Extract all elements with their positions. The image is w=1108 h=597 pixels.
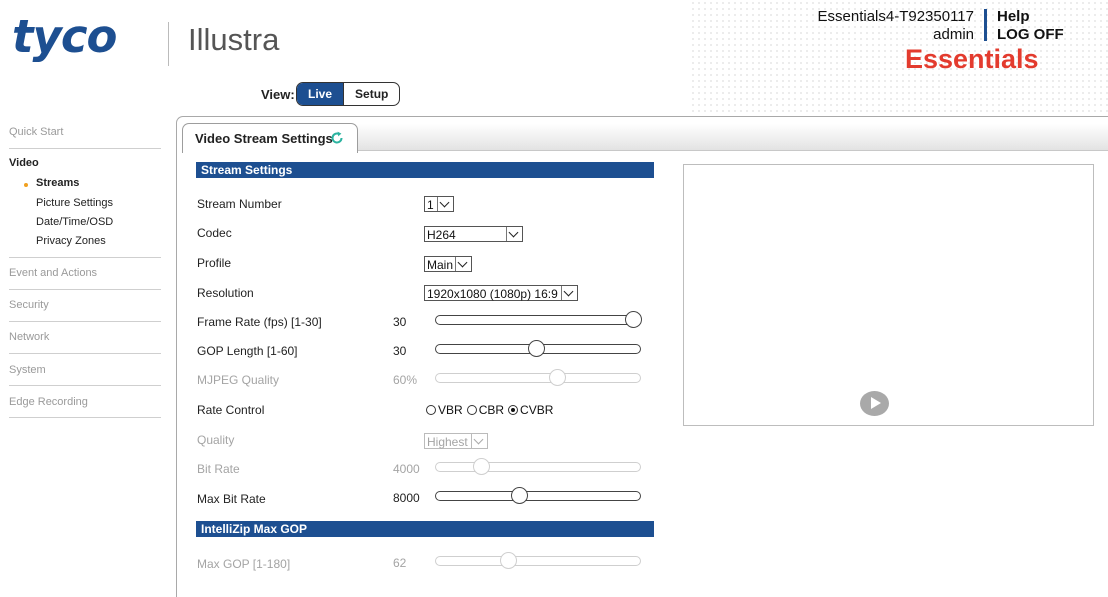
profile-value: Main [427,258,454,272]
frame-rate-value: 30 [393,315,407,329]
sidebar-item-streams[interactable]: Streams [36,177,79,189]
cbr-label: CBR [478,403,505,417]
refresh-icon[interactable] [330,131,344,150]
slider-thumb[interactable] [625,311,642,328]
illustra-logo: Illustra [188,22,280,57]
frame-rate-label: Frame Rate (fps) [1-30] [197,315,322,329]
slider-thumb [473,458,490,475]
vbr-label: VBR [438,403,463,417]
sidebar-item-privacy-zones[interactable]: Privacy Zones [36,235,106,247]
quality-select: Highest [424,433,488,449]
tab-strip [356,124,1108,151]
rate-control-label: Rate Control [197,403,265,417]
stream-number-value: 1 [427,198,434,212]
chevron-down-icon [471,434,487,448]
gop-length-slider[interactable] [435,340,641,357]
stream-settings-header: Stream Settings [196,162,654,178]
resolution-select[interactable]: 1920x1080 (1080p) 16:9 [424,285,578,301]
quality-value: Highest [427,435,468,449]
max-bit-rate-label: Max Bit Rate [197,492,266,506]
logoff-link[interactable]: LOG OFF [997,26,1064,43]
max-bit-rate-slider[interactable] [435,487,641,504]
max-bit-rate-value: 8000 [393,491,420,505]
resolution-label: Resolution [197,286,254,300]
profile-label: Profile [197,256,232,270]
active-bullet-icon [24,183,28,187]
chevron-down-icon [506,227,522,241]
slider-thumb [499,552,517,569]
slider-track [435,462,641,472]
sidebar-divider [9,353,161,354]
slider-track [435,491,641,501]
sidebar-item-network[interactable]: Network [9,331,49,343]
sidebar-item-picture-settings[interactable]: Picture Settings [36,197,113,209]
codec-value: H264 [427,228,456,242]
tab-label: Video Stream Settings [195,131,333,146]
vbr-radio[interactable] [426,405,436,415]
quality-label: Quality [197,433,235,447]
stream-number-select[interactable]: 1 [424,196,454,212]
logo-divider [168,22,169,66]
codec-select[interactable]: H264 [424,226,523,242]
max-gop-slider [435,552,641,569]
gop-length-label: GOP Length [1-60] [197,344,298,358]
device-name: Essentials4-T92350117 [817,8,975,25]
sidebar-divider [9,417,161,418]
sidebar-divider [9,321,161,322]
sidebar-item-datetime-osd[interactable]: Date/Time/OSD [36,216,113,228]
cvbr-radio[interactable] [508,405,519,415]
sidebar-divider [9,148,161,149]
slider-track [435,373,641,383]
slider-thumb [549,369,566,386]
rate-control-radios: VBR CBR CVBR [426,403,557,417]
profile-select[interactable]: Main [424,256,472,272]
sidebar-item-event-actions[interactable]: Event and Actions [9,267,97,279]
intellizip-header: IntelliZip Max GOP [196,521,654,537]
sidebar-item-edge-recording[interactable]: Edge Recording [9,396,88,408]
stream-number-label: Stream Number [197,197,282,211]
header-divider [984,9,987,41]
mjpeg-quality-slider [435,369,641,386]
sidebar-divider [9,257,161,258]
cvbr-label: CVBR [520,403,554,417]
sidebar-item-security[interactable]: Security [9,299,49,311]
chevron-down-icon [437,197,453,211]
sidebar-divider [9,385,161,386]
sidebar-item-quick-start[interactable]: Quick Start [9,126,63,138]
slider-track [435,315,641,325]
cbr-radio[interactable] [466,405,477,415]
chevron-down-icon [561,286,577,300]
edition-brand: Essentials [905,44,1039,74]
gop-length-value: 30 [393,344,407,358]
frame-rate-slider[interactable] [435,311,642,328]
mjpeg-quality-value: 60% [393,373,418,387]
bit-rate-slider [435,458,641,475]
view-label: View: [261,87,295,102]
view-toggle: Live Setup [296,82,401,106]
slider-track [435,556,641,566]
live-view-button[interactable]: Live [297,83,344,105]
chevron-down-icon [455,257,471,271]
slider-thumb[interactable] [511,487,528,504]
setup-view-button[interactable]: Setup [343,83,399,105]
tyco-logo: tyco [12,10,117,63]
help-link[interactable]: Help [997,8,1030,25]
sidebar-item-video[interactable]: Video [9,157,39,169]
codec-label: Codec [197,226,232,240]
sidebar-divider [9,289,161,290]
resolution-value: 1920x1080 (1080p) 16:9 [427,287,558,301]
user-name: admin [933,26,974,43]
max-gop-value: 62 [393,556,407,570]
video-preview[interactable] [683,164,1094,426]
play-icon[interactable] [860,391,889,416]
bit-rate-value: 4000 [393,462,420,476]
max-gop-label: Max GOP [1-180] [197,557,291,571]
bit-rate-label: Bit Rate [197,462,240,476]
sidebar-item-system[interactable]: System [9,364,46,376]
mjpeg-quality-label: MJPEG Quality [197,373,280,387]
